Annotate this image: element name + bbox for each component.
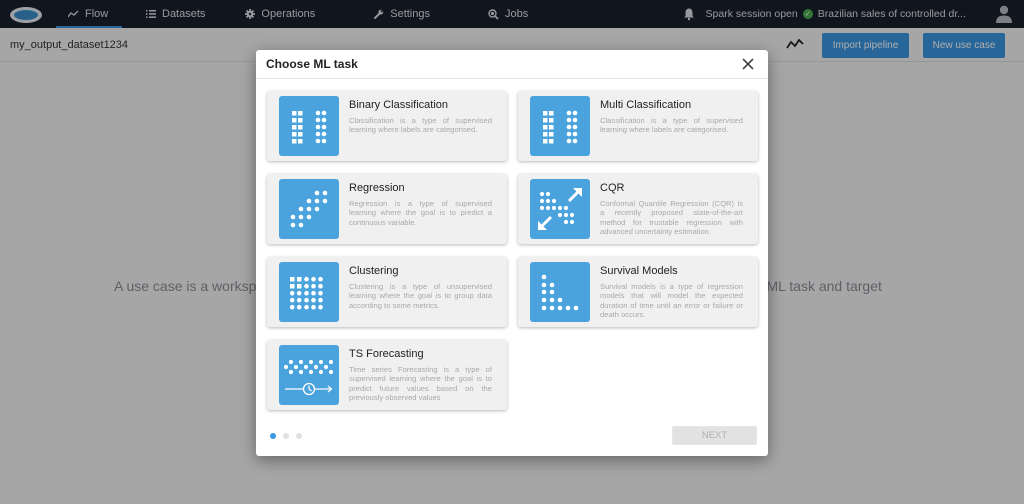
task-card-binary-classification[interactable]: Binary Classification Classification is … bbox=[267, 91, 507, 161]
task-card-multi-classification[interactable]: Multi Classification Classification is a… bbox=[518, 91, 758, 161]
task-card-regression[interactable]: Regression Regression is a type of super… bbox=[267, 174, 507, 244]
survival-models-icon bbox=[530, 262, 590, 322]
cqr-icon bbox=[530, 179, 590, 239]
task-description: Survival models is a type of regression … bbox=[600, 282, 743, 319]
multi-classification-icon bbox=[530, 96, 590, 156]
task-description: Time series Forecasting is a type of sup… bbox=[349, 365, 492, 402]
close-icon[interactable] bbox=[740, 56, 756, 72]
step-dot-3 bbox=[296, 433, 302, 439]
task-title: Binary Classification bbox=[349, 99, 449, 111]
task-title: Multi Classification bbox=[600, 99, 692, 111]
choose-ml-task-dialog: Choose ML task Binary Classification Cla… bbox=[256, 50, 768, 456]
task-description: Classification is a type of supervised l… bbox=[600, 116, 743, 135]
task-title: TS Forecasting bbox=[349, 348, 424, 360]
binary-classification-icon bbox=[279, 96, 339, 156]
task-title: CQR bbox=[600, 182, 625, 194]
next-button[interactable]: NEXT bbox=[672, 426, 757, 445]
dialog-header: Choose ML task bbox=[256, 50, 768, 79]
task-title: Regression bbox=[349, 182, 405, 194]
clustering-icon bbox=[279, 262, 339, 322]
task-description: Conformal Quantile Regression (CQR) is a… bbox=[600, 199, 743, 236]
step-dot-2 bbox=[283, 433, 289, 439]
task-description: Regression is a type of supervised learn… bbox=[349, 199, 492, 227]
task-description: Classification is a type of supervised l… bbox=[349, 116, 492, 135]
ts-forecasting-icon bbox=[279, 345, 339, 405]
task-card-cqr[interactable]: CQR Conformal Quantile Regression (CQR) … bbox=[518, 174, 758, 244]
task-card-clustering[interactable]: Clustering Clustering is a type of unsup… bbox=[267, 257, 507, 327]
regression-icon bbox=[279, 179, 339, 239]
task-card-survival-models[interactable]: Survival Models Survival models is a typ… bbox=[518, 257, 758, 327]
step-indicator bbox=[270, 433, 302, 439]
task-title: Survival Models bbox=[600, 265, 678, 277]
task-card-ts-forecasting[interactable]: TS Forecasting Time series Forecasting i… bbox=[267, 340, 507, 410]
step-dot-1 bbox=[270, 433, 276, 439]
task-description: Clustering is a type of unsupervised lea… bbox=[349, 282, 492, 310]
dialog-title: Choose ML task bbox=[266, 57, 358, 71]
task-title: Clustering bbox=[349, 265, 399, 277]
